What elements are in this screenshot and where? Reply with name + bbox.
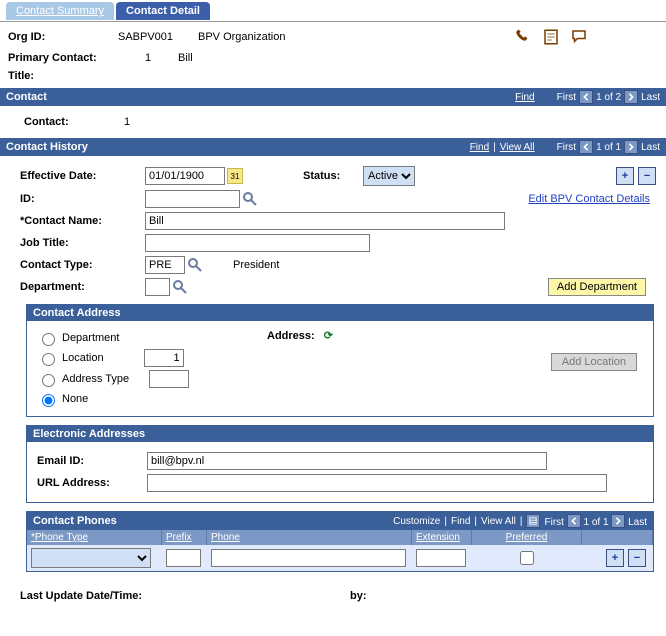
contact-address-header: Contact Address	[27, 305, 653, 321]
phones-next-button[interactable]	[611, 514, 625, 528]
email-id-input[interactable]	[147, 452, 547, 470]
department-label: Department:	[20, 281, 145, 293]
contact-counter: 1 of 2	[596, 92, 621, 103]
radio-none-label: None	[62, 393, 88, 405]
phones-last-label: Last	[628, 517, 647, 528]
tab-contact-detail[interactable]: Contact Detail	[116, 2, 210, 20]
history-viewall-link[interactable]: View All	[500, 142, 535, 153]
id-input[interactable]	[145, 190, 240, 208]
status-label: Status:	[303, 170, 363, 182]
radio-location[interactable]	[42, 353, 55, 366]
radio-department-label: Department	[62, 332, 119, 344]
phones-counter: 1 of 1	[584, 517, 609, 528]
phone-delete-row-button[interactable]: −	[628, 549, 646, 567]
contact-prev-button[interactable]	[579, 90, 593, 104]
contact-type-input[interactable]	[145, 256, 185, 274]
department-input[interactable]	[145, 278, 170, 296]
contact-next-button[interactable]	[624, 90, 638, 104]
by-label: by:	[350, 590, 380, 602]
history-section-title: Contact History	[6, 141, 470, 153]
radio-address-type[interactable]	[42, 374, 55, 387]
phone-note-icon[interactable]	[514, 28, 532, 46]
col-extension[interactable]: Extension	[412, 530, 472, 545]
phone-number-input[interactable]	[211, 549, 406, 567]
phone-extension-input[interactable]	[416, 549, 466, 567]
contact-name-label: *Contact Name:	[20, 215, 145, 227]
radio-none[interactable]	[42, 394, 55, 407]
contact-type-label: Contact Type:	[20, 259, 145, 271]
contact-first-label: First	[557, 92, 576, 103]
contact-type-lookup-icon[interactable]	[187, 257, 203, 273]
contact-name-input[interactable]	[145, 212, 505, 230]
phones-viewall-link[interactable]: View All	[481, 516, 516, 527]
job-title-label: Job Title:	[20, 237, 145, 249]
history-counter: 1 of 1	[596, 142, 621, 153]
url-address-input[interactable]	[147, 474, 607, 492]
phone-preferred-checkbox[interactable]	[520, 551, 534, 565]
history-last-label: Last	[641, 142, 660, 153]
phones-find-link[interactable]: Find	[451, 516, 470, 527]
status-select[interactable]: Active	[363, 166, 415, 186]
id-lookup-icon[interactable]	[242, 191, 258, 207]
radio-location-label: Location	[62, 352, 104, 364]
phones-customize-link[interactable]: Customize	[393, 516, 440, 527]
col-phone[interactable]: Phone	[207, 530, 412, 545]
add-department-button[interactable]: Add Department	[548, 278, 646, 296]
history-find-link[interactable]: Find	[470, 142, 489, 153]
title-label: Title:	[8, 70, 118, 82]
job-title-input[interactable]	[145, 234, 370, 252]
url-address-label: URL Address:	[37, 477, 147, 489]
delete-row-button[interactable]: −	[638, 167, 656, 185]
phone-prefix-input[interactable]	[166, 549, 201, 567]
address-label: Address: ⟳	[267, 329, 333, 342]
edit-bpv-contact-link[interactable]: Edit BPV Contact Details	[528, 193, 650, 205]
electronic-addresses-header: Electronic Addresses	[27, 426, 653, 442]
add-row-button[interactable]: +	[616, 167, 634, 185]
email-id-label: Email ID:	[37, 455, 147, 467]
org-name: BPV Organization	[198, 31, 285, 43]
refresh-icon[interactable]: ⟳	[324, 330, 333, 342]
contact-label: Contact:	[24, 116, 124, 128]
department-lookup-icon[interactable]	[172, 279, 188, 295]
phone-type-select[interactable]	[31, 548, 151, 568]
primary-contact-number: 1	[118, 52, 178, 64]
contact-section-title: Contact	[6, 91, 515, 103]
location-input[interactable]	[144, 349, 184, 367]
org-id-value: SABPV001	[118, 31, 198, 43]
date-picker-icon[interactable]: 31	[227, 168, 243, 184]
tab-contact-summary[interactable]: Contact Summary	[6, 2, 114, 20]
contact-phones-header: Contact Phones	[33, 515, 393, 527]
col-preferred[interactable]: Preferred	[472, 530, 582, 545]
history-next-button[interactable]	[624, 140, 638, 154]
contact-type-description: President	[233, 259, 279, 271]
address-type-input[interactable]	[149, 370, 189, 388]
phone-add-row-button[interactable]: +	[606, 549, 624, 567]
phones-prev-button[interactable]	[567, 514, 581, 528]
primary-contact-label: Primary Contact:	[8, 52, 118, 64]
speech-bubble-icon[interactable]	[570, 28, 588, 46]
contact-last-label: Last	[641, 92, 660, 103]
radio-address-type-label: Address Type	[62, 373, 129, 385]
id-label: ID:	[20, 193, 145, 205]
effective-date-label: Effective Date:	[20, 170, 145, 182]
add-location-button: Add Location	[551, 353, 637, 371]
history-first-label: First	[557, 142, 576, 153]
col-prefix[interactable]: Prefix	[162, 530, 207, 545]
history-prev-button[interactable]	[579, 140, 593, 154]
phones-grid-icon[interactable]	[526, 514, 540, 528]
phones-first-label: First	[544, 517, 563, 528]
effective-date-input[interactable]	[145, 167, 225, 185]
org-id-label: Org ID:	[8, 31, 118, 43]
radio-department[interactable]	[42, 333, 55, 346]
contact-find-link[interactable]: Find	[515, 92, 534, 103]
primary-contact-name: Bill	[178, 52, 193, 64]
last-update-label: Last Update Date/Time:	[20, 590, 190, 602]
col-phone-type[interactable]: *Phone Type	[27, 530, 162, 545]
contact-value: 1	[124, 116, 130, 128]
notepad-icon[interactable]	[542, 28, 560, 46]
